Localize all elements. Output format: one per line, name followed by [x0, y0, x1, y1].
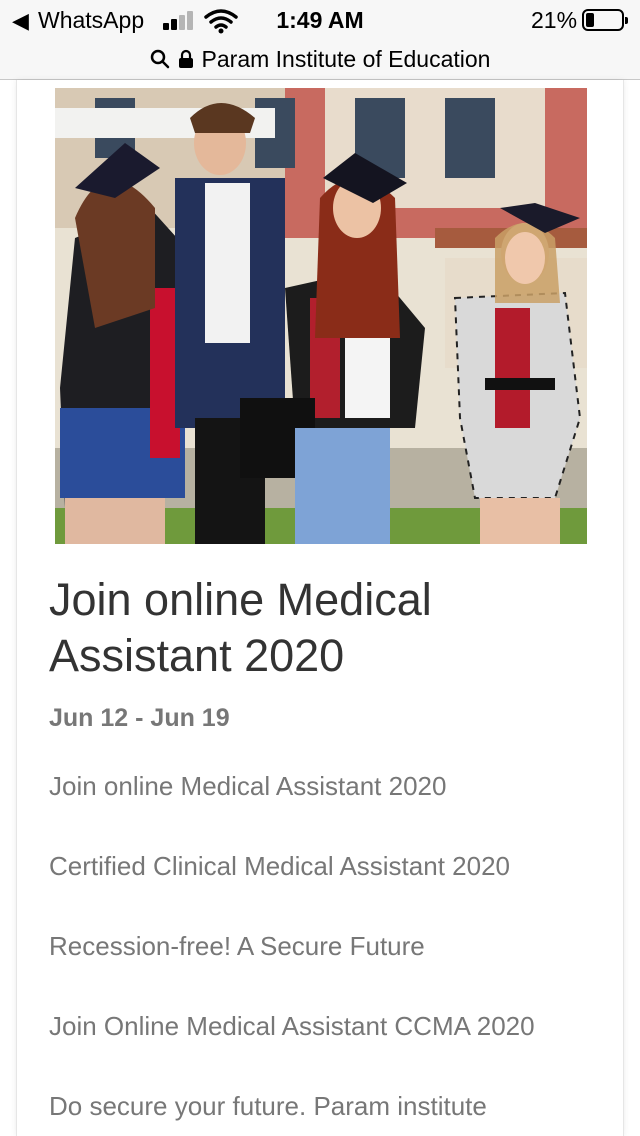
lock-icon	[178, 49, 193, 68]
description-line: Join Online Medical Assistant CCMA 2020	[49, 1011, 535, 1041]
event-title: Join online Medical Assistant 2020	[49, 574, 432, 681]
address-bar[interactable]: Param Institute of Education	[0, 40, 640, 80]
event-card: Join online Medical Assistant 2020 Jun 1…	[16, 80, 624, 1136]
event-hero-image	[55, 88, 587, 544]
event-description: Join online Medical Assistant 2020 Certi…	[49, 768, 609, 1136]
description-line: Do secure your future. Param institute	[49, 1091, 487, 1121]
search-icon	[150, 49, 169, 69]
event-dates: Jun 12 - Jun 19	[49, 704, 230, 732]
status-bar: ◀ WhatsApp 1:49 AM 21%	[0, 0, 640, 40]
battery-icon	[582, 9, 628, 31]
page-domain-title: Param Institute of Education	[201, 45, 491, 72]
description-line: Recession-free! A Secure Future	[49, 931, 425, 961]
battery-percent: 21%	[531, 7, 578, 33]
description-line: Certified Clinical Medical Assistant 202…	[49, 851, 510, 881]
description-line: Join online Medical Assistant 2020	[49, 771, 447, 801]
